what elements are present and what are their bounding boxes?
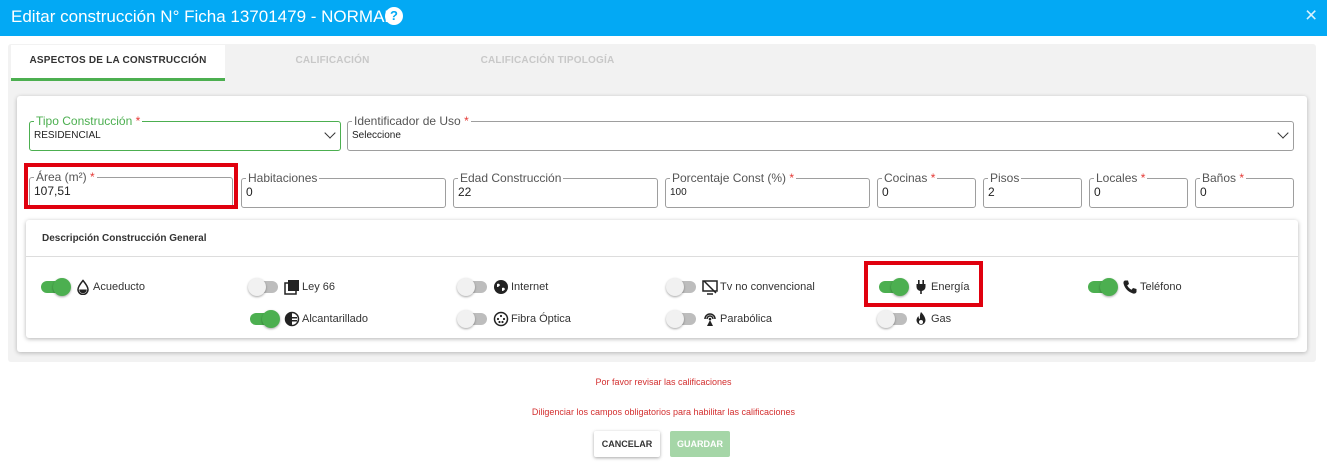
edad-construccion-label: Edad Construcción — [460, 171, 562, 185]
gas-label: Gas — [931, 313, 952, 325]
toggle-item-telefono[interactable]: Teléfono — [1088, 276, 1182, 298]
porcentaje-const-label: Porcentaje Const (%) — [672, 171, 787, 185]
identificador-uso-label: Identificador de Uso — [354, 114, 461, 128]
ley66-toggle[interactable] — [248, 278, 278, 296]
energia-highlight-box — [864, 261, 983, 307]
habitaciones-value: 0 — [246, 185, 253, 199]
tipo-construccion-value: RESIDENCIAL — [34, 130, 101, 141]
description-header — [26, 220, 1298, 257]
water-drop-icon — [75, 279, 91, 295]
tab-calificacion[interactable]: CALIFICACIÓN — [225, 45, 440, 81]
locales-value: 0 — [1094, 185, 1101, 199]
edad-construccion-field[interactable]: Edad Construcción 22 — [453, 172, 658, 208]
flame-icon — [913, 311, 929, 327]
locales-label: Locales — [1096, 171, 1138, 185]
toggle-item-internet[interactable]: Internet — [457, 276, 549, 298]
cocinas-value: 0 — [882, 185, 889, 199]
parabolica-label: Parabólica — [720, 313, 772, 325]
area-highlight-box — [24, 163, 238, 209]
description-title: Descripción Construcción General — [42, 233, 207, 244]
internet-label: Internet — [511, 281, 549, 293]
review-message: Por favor revisar las calificaciones — [595, 377, 732, 387]
habitaciones-field[interactable]: Habitaciones 0 — [241, 172, 446, 208]
fiber-icon — [493, 311, 509, 327]
cocinas-field[interactable]: Cocinas * 0 — [877, 172, 976, 208]
toggle-item-fibra[interactable]: Fibra Óptica — [457, 308, 571, 330]
toggle-item-ley66[interactable]: Ley 66 — [248, 276, 336, 298]
fibra-label: Fibra Óptica — [511, 313, 571, 325]
edad-construccion-value: 22 — [458, 185, 472, 199]
locales-field[interactable]: Locales * 0 — [1089, 172, 1188, 208]
banos-field[interactable]: Baños * 0 — [1195, 172, 1294, 208]
gas-toggle[interactable] — [877, 310, 907, 328]
internet-toggle[interactable] — [457, 278, 487, 296]
tab-aspectos[interactable]: ASPECTOS DE LA CONSTRUCCIÓN — [11, 45, 225, 81]
cancel-button[interactable]: CANCELAR — [594, 431, 660, 457]
habitaciones-label: Habitaciones — [248, 171, 318, 185]
phone-icon — [1122, 279, 1138, 295]
tv-label: Tv no convencional — [720, 281, 815, 293]
pisos-field[interactable]: Pisos 2 — [983, 172, 1082, 208]
tv-icon — [702, 279, 718, 295]
parabolica-toggle[interactable] — [666, 310, 696, 328]
toggle-item-tv[interactable]: Tv no convencional — [666, 276, 815, 298]
toggle-item-acueducto[interactable]: Acueducto — [41, 276, 145, 298]
acueducto-toggle[interactable] — [41, 278, 71, 296]
half-circle-icon — [284, 311, 300, 327]
layers-icon — [284, 279, 300, 295]
ley66-label: Ley 66 — [302, 281, 336, 293]
identificador-uso-select[interactable]: Identificador de Uso * Seleccione — [347, 115, 1294, 151]
identificador-uso-value: Seleccione — [352, 130, 401, 141]
banos-label: Baños — [1202, 171, 1237, 185]
tipo-construccion-select[interactable]: Tipo Construcción * RESIDENCIAL — [29, 115, 341, 151]
tab-calificacion-tipologia[interactable]: CALIFICACIÓN TIPOLOGÍA — [440, 45, 655, 81]
telefono-toggle[interactable] — [1088, 278, 1118, 296]
porcentaje-const-field[interactable]: Porcentaje Const (%) * 100 — [665, 172, 870, 208]
porcentaje-const-value: 100 — [670, 187, 687, 198]
required-message: Diligenciar los campos obligatorios para… — [531, 407, 796, 417]
help-icon[interactable]: ? — [385, 7, 403, 25]
telefono-label: Teléfono — [1140, 281, 1182, 293]
acueducto-label: Acueducto — [93, 281, 145, 293]
alcantarillado-toggle[interactable] — [250, 310, 280, 328]
cocinas-label: Cocinas — [884, 171, 928, 185]
tipo-construccion-label: Tipo Construcción — [36, 114, 133, 128]
save-button[interactable]: GUARDAR — [670, 431, 730, 457]
alcantarillado-label: Alcantarillado — [302, 313, 369, 325]
satellite-icon — [702, 311, 718, 327]
banos-value: 0 — [1200, 185, 1207, 199]
pisos-value: 2 — [988, 185, 995, 199]
globe-icon — [493, 279, 509, 295]
toggle-item-parabolica[interactable]: Parabólica — [666, 308, 772, 330]
toggle-item-gas[interactable]: Gas — [877, 308, 952, 330]
close-icon[interactable]: × — [1305, 4, 1317, 28]
toggle-item-alcantarillado[interactable]: Alcantarillado — [250, 308, 368, 330]
dialog-title: Editar construcción N° Ficha 13701479 - … — [11, 7, 394, 26]
tv-toggle[interactable] — [666, 278, 696, 296]
pisos-label: Pisos — [990, 171, 1020, 185]
fibra-toggle[interactable] — [457, 310, 487, 328]
